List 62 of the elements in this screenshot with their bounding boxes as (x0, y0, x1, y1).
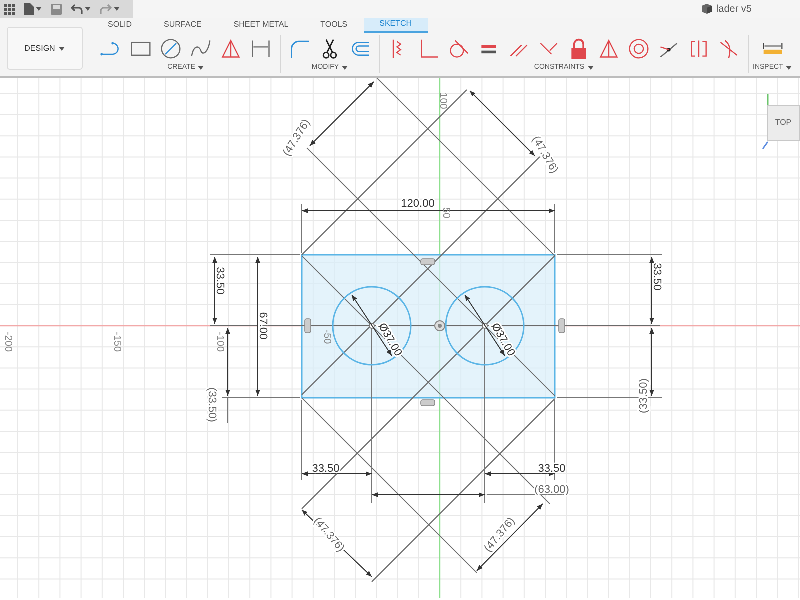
perpendicular-icon[interactable] (418, 38, 440, 60)
dimension-value[interactable]: (63.00) (534, 484, 570, 496)
center-point[interactable] (482, 323, 488, 329)
curvature-icon[interactable] (718, 38, 740, 60)
axis-label: 50 (440, 207, 452, 219)
cube-icon (702, 4, 712, 14)
sketch-circle[interactable] (445, 286, 525, 366)
dimension-line (302, 510, 372, 578)
center-point[interactable] (369, 323, 375, 329)
caret-icon (59, 46, 66, 50)
document-title: lader v5 (716, 2, 752, 16)
caret-icon (85, 7, 91, 11)
ribbon-tab[interactable]: TOOLS (304, 18, 364, 32)
sketch-line[interactable] (302, 398, 478, 574)
triangle-icon[interactable] (220, 38, 242, 60)
spline-icon[interactable] (190, 38, 212, 60)
undo-icon[interactable] (71, 4, 83, 14)
triangle-icon[interactable] (598, 38, 620, 60)
dimension-value[interactable]: (33.50) (638, 378, 650, 414)
dimension-value[interactable]: 67.00 (257, 312, 270, 340)
constraint-marker-icon[interactable] (558, 318, 566, 334)
dimension-line (226, 328, 230, 396)
dimension-line (650, 256, 654, 324)
dimension-line (484, 472, 556, 476)
caret-icon (786, 66, 792, 70)
ribbon-tab[interactable]: SOLID (92, 18, 148, 32)
dimension-value[interactable]: 33.50 (651, 263, 664, 291)
axis-label: 100 (437, 92, 448, 110)
concentric-icon[interactable] (628, 38, 650, 60)
axis-label: -100 (214, 332, 226, 352)
sketch-circle[interactable] (332, 286, 412, 366)
ribbon-tab[interactable]: SHEET METAL (218, 18, 305, 32)
circle-icon[interactable] (160, 38, 182, 60)
constraint-marker-icon[interactable] (420, 400, 436, 406)
constraint-marker-icon[interactable] (420, 258, 436, 266)
axis-label: -150 (111, 332, 122, 352)
caret-icon (342, 66, 348, 70)
sketch-profile[interactable] (301, 254, 556, 399)
dimension-value[interactable]: 33.50 (312, 462, 340, 475)
axis-triad-icon (760, 94, 770, 150)
grid-menu-icon[interactable] (4, 4, 15, 14)
dimension-line (310, 82, 374, 146)
dimension-line (476, 504, 544, 572)
caret-icon (114, 7, 120, 11)
constraint-marker-icon[interactable] (304, 318, 312, 334)
dimension-value[interactable]: 120.00 (401, 198, 435, 210)
dimension-line (212, 256, 218, 324)
dimension-value[interactable]: (33.50) (206, 388, 218, 422)
file-icon[interactable] (24, 3, 34, 15)
caret-icon (588, 66, 594, 70)
caret-icon (198, 66, 204, 70)
ribbon-tab[interactable]: SURFACE (148, 18, 218, 32)
tangent-icon[interactable] (448, 38, 470, 60)
save-icon[interactable] (51, 4, 62, 14)
dimension-line (650, 328, 654, 396)
dimension-value[interactable]: 33.50 (214, 267, 226, 295)
view-cube[interactable]: TOP (767, 105, 800, 141)
caret-icon (36, 7, 42, 11)
workspace-dropdown[interactable]: DESIGN (7, 27, 83, 70)
dimension-line (302, 472, 372, 476)
axis-label: -200 (2, 332, 14, 352)
axis-label: -50 (321, 330, 332, 344)
